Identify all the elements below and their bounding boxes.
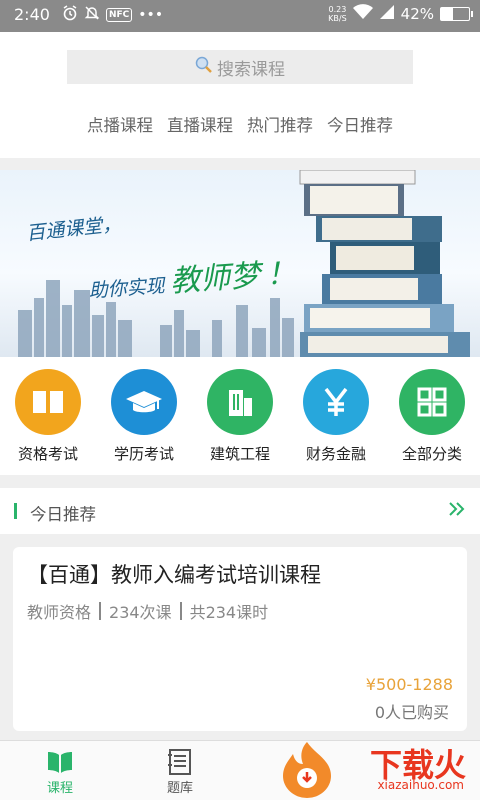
book-icon [15, 369, 81, 435]
tab-today-recommend[interactable]: 今日推荐 [327, 112, 393, 136]
course-hours: 共234课时 [189, 603, 269, 622]
section-accent-bar [14, 503, 17, 519]
watermark-url: xiazaihuo.com [377, 778, 464, 792]
net-speed: 0.23 KB/S [328, 5, 347, 23]
category-finance[interactable]: 财务金融 [291, 369, 381, 475]
category-label: 全部分类 [401, 445, 462, 463]
course-card[interactable]: 【百通】教师入编考试培训课程 教师资格 234次课 共234课时 ¥500-12… [13, 547, 467, 731]
category-label: 建筑工程 [209, 445, 270, 463]
tab-hot-recommend[interactable]: 热门推荐 [247, 112, 313, 136]
tab-label: 题库 [166, 781, 193, 796]
course-lesson-count: 234次课 [109, 603, 172, 622]
tab-question-bank[interactable]: 题库 [140, 747, 220, 796]
divider [99, 602, 102, 620]
double-chevron-right-icon[interactable] [448, 498, 466, 526]
graduation-cap-icon [111, 369, 177, 435]
course-buyers: 0人已购买 [374, 703, 449, 722]
category-academic-exam[interactable]: 学历考试 [99, 369, 189, 475]
category-grid: 资格考试 学历考试 建筑工程 财务金融 全部分类 [0, 357, 480, 475]
wifi-icon [352, 4, 373, 24]
tab-vod-courses[interactable]: 点播课程 [87, 112, 153, 136]
search-icon [195, 56, 213, 79]
building-icon [207, 369, 273, 435]
yen-icon [303, 369, 369, 435]
status-time: 2:40 [14, 5, 50, 24]
nfc-icon: NFC [106, 8, 133, 22]
signal-icon [379, 4, 395, 24]
grid-icon [399, 369, 465, 435]
question-bank-icon [167, 747, 193, 777]
section-header: 今日推荐 [0, 488, 480, 534]
section-title: 今日推荐 [30, 505, 96, 524]
tab-label: 课程 [46, 781, 73, 796]
search-input[interactable]: 搜索课程 [67, 50, 413, 84]
battery-icon [440, 7, 473, 21]
tab-courses[interactable]: 课程 [20, 747, 100, 796]
category-all[interactable]: 全部分类 [387, 369, 477, 475]
category-qualification-exam[interactable]: 资格考试 [3, 369, 93, 475]
promo-banner[interactable]: 百通课堂， 助你实现 教师梦 ！ [0, 170, 480, 357]
tab-live-courses[interactable]: 直播课程 [167, 112, 233, 136]
category-construction[interactable]: 建筑工程 [195, 369, 285, 475]
alarm-icon [62, 5, 78, 25]
course-meta: 教师资格 234次课 共234课时 [27, 599, 268, 623]
more-notifications: ••• [138, 7, 164, 23]
category-label: 资格考试 [17, 445, 78, 463]
course-price: ¥500-1288 [365, 675, 453, 694]
flame-logo-icon [283, 742, 331, 798]
divider [179, 602, 182, 620]
battery-percent: 42% [400, 5, 434, 23]
watermark: 下载火 xiazaihuo.com [272, 738, 472, 800]
header: 搜索课程 点播课程 直播课程 热门推荐 今日推荐 [0, 32, 480, 158]
search-placeholder: 搜索课程 [217, 59, 285, 80]
mute-icon [84, 5, 100, 25]
course-category: 教师资格 [27, 603, 92, 622]
course-icon [46, 747, 74, 777]
course-title: 【百通】教师入编考试培训课程 [27, 563, 321, 587]
status-bar: 2:40 NFC ••• 0.23 KB/S 42% [0, 0, 480, 32]
category-label: 学历考试 [113, 445, 174, 463]
category-label: 财务金融 [305, 445, 366, 463]
course-nav: 点播课程 直播课程 热门推荐 今日推荐 [0, 112, 480, 136]
